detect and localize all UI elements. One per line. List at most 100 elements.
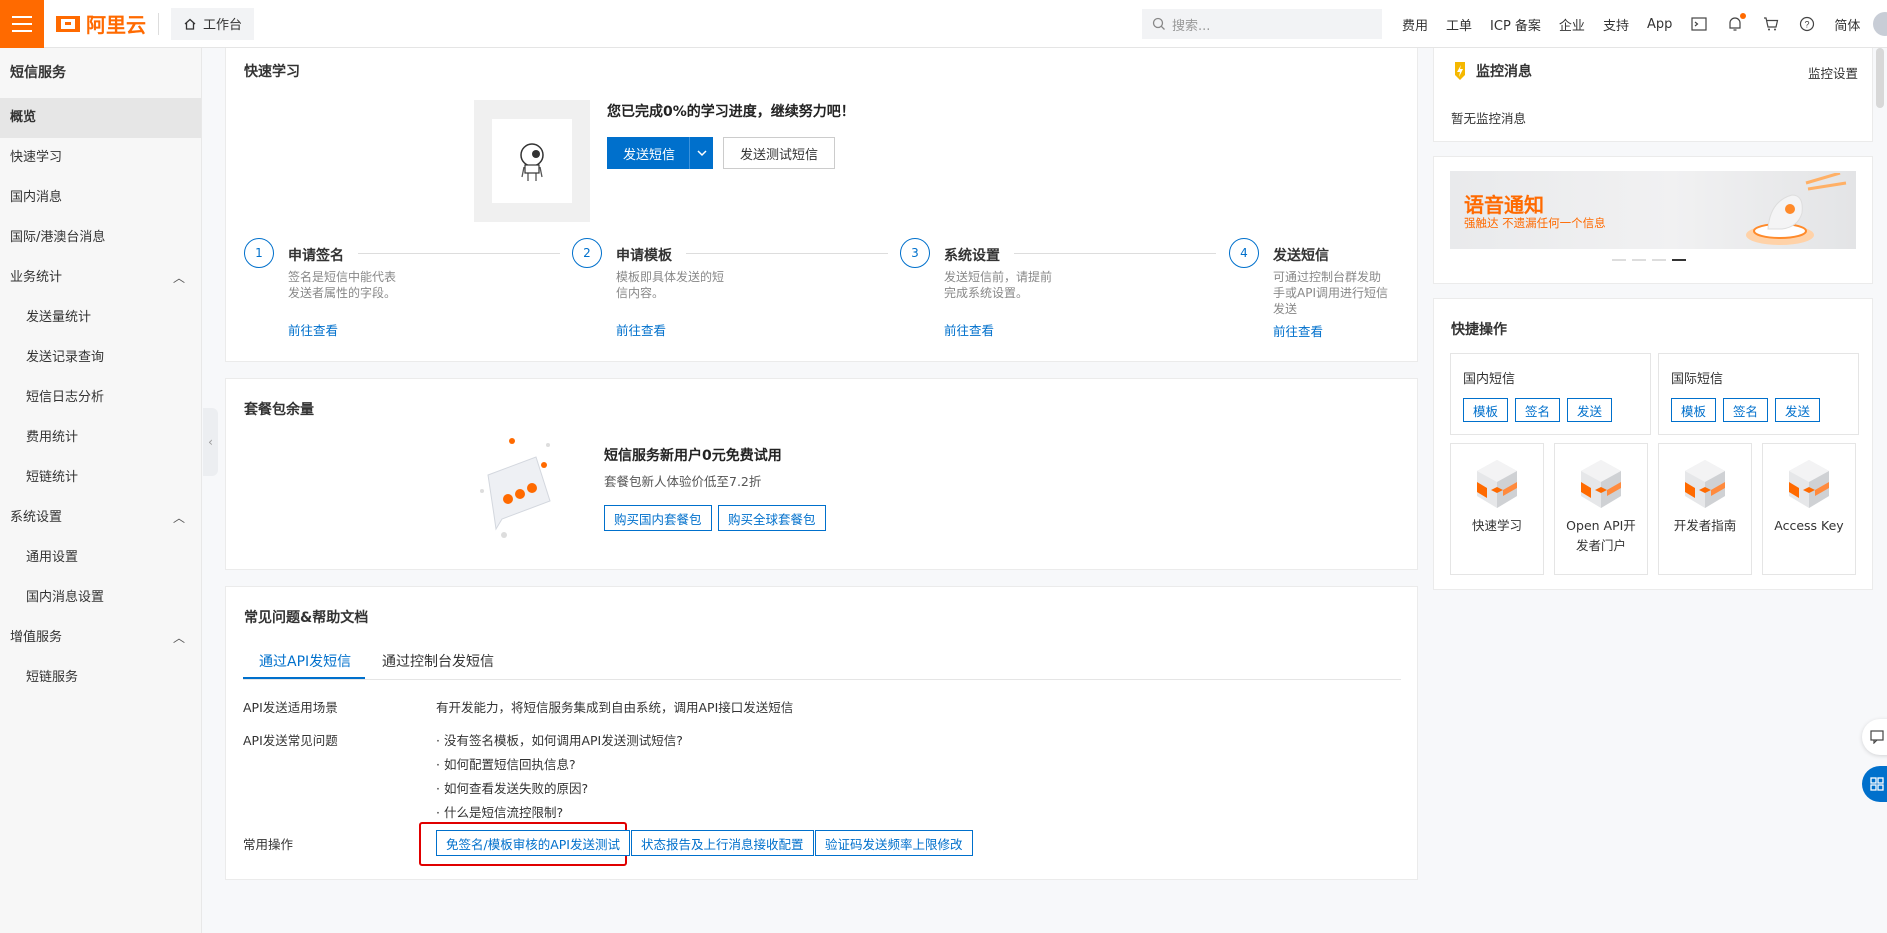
terminal-icon[interactable] [1690,15,1708,33]
question-item[interactable]: · 没有签名模板，如何调用API发送测试短信? [436,730,683,749]
domestic-sms-box: 国内短信 模板 签名 发送 [1450,353,1651,435]
link-icp[interactable]: ICP 备案 [1490,15,1541,34]
question-item[interactable]: · 如何配置短信回执信息? [436,754,576,773]
workbench-button[interactable]: 工作台 [171,7,255,40]
sidebar-item-domestic-settings[interactable]: 国内消息设置 [0,578,201,618]
speaker-illustration-icon [1746,173,1847,245]
tab-api-send[interactable]: 通过API发短信 [259,651,351,671]
link-billing[interactable]: 费用 [1402,15,1428,34]
menu-icon[interactable] [0,0,44,48]
tile-quick-learn[interactable]: 快速学习 [1450,443,1544,575]
voice-notify-banner[interactable]: 语音通知 强触达 不遗漏任何一个信息 [1450,171,1856,249]
search-input[interactable]: 搜索... [1142,9,1382,39]
tile-access-key[interactable]: Access Key [1762,443,1856,575]
link-support[interactable]: 支持 [1603,15,1629,34]
carousel-dot[interactable] [1652,259,1666,261]
send-test-sms-button[interactable]: 发送测试短信 [723,137,836,169]
step-4-title: 发送短信 [1273,248,1329,264]
cube-icon [1685,460,1725,508]
cube-icon [1477,460,1517,508]
language-switch[interactable]: 简体 [1834,15,1860,34]
sidebar-collapse-handle[interactable]: ‹ [203,408,218,476]
step-2-title: 申请模板 [616,248,672,264]
sidebar-item-log-analysis[interactable]: 短信日志分析 [0,378,201,418]
workbench-label: 工作台 [203,18,243,33]
domestic-send-button[interactable]: 发送 [1567,398,1613,422]
sidebar-item-general-settings[interactable]: 通用设置 [0,538,201,578]
sidebar-group-system-settings[interactable]: 系统设置 ︿ [0,498,201,538]
chevron-down-icon [689,137,713,169]
step-3-desc: 发送短信前，请提前完成系统设置。 [944,270,1053,300]
lightning-icon [1455,62,1465,80]
tab-console-send[interactable]: 通过控制台发短信 [382,651,494,671]
step-2-link[interactable]: 前往查看 [616,320,666,339]
tile-dev-guide[interactable]: 开发者指南 [1658,443,1752,575]
link-enterprise[interactable]: 企业 [1559,15,1585,34]
buy-domestic-package-button[interactable]: 购买国内套餐包 [604,505,712,531]
international-signature-button[interactable]: 签名 [1723,398,1769,422]
step-4-link[interactable]: 前往查看 [1273,321,1323,340]
scene-text: 有开发能力，将短信服务集成到自由系统，调用API接口发送短信 [436,700,794,715]
sidebar-item-quick-learn[interactable]: 快速学习 [0,138,201,178]
carousel-dot-active[interactable] [1672,259,1686,261]
scene-label: API发送适用场景 [243,700,338,715]
help-icon[interactable]: ? [1798,15,1816,33]
sidebar-item-shortlink-service[interactable]: 短链服务 [0,658,201,698]
feedback-float-button[interactable] [1862,719,1887,755]
domestic-template-button[interactable]: 模板 [1463,398,1509,422]
step-1-link[interactable]: 前往查看 [288,320,338,339]
step-2-desc: 模板即具体发送的短信内容。 [616,270,725,300]
package-headline: 短信服务新用户0元免费试用 [604,448,782,464]
step-1-title: 申请签名 [288,248,344,264]
notification-dot [1740,13,1747,19]
step-3-link[interactable]: 前往查看 [944,320,994,339]
sidebar-item-shortlink-stats[interactable]: 短链统计 [0,458,201,498]
verify-code-rate-limit-button[interactable]: 验证码发送频率上限修改 [815,830,973,856]
quick-ops-title: 快捷操作 [1451,322,1507,338]
sidebar-item-send-volume[interactable]: 发送量统计 [0,298,201,338]
carousel-dot[interactable] [1612,259,1626,261]
buy-global-package-button[interactable]: 购买全球套餐包 [718,505,826,531]
step-4-desc: 可通过控制台群发助手或API调用进行短信发送 [1273,270,1388,316]
domestic-signature-button[interactable]: 签名 [1515,398,1561,422]
package-card: 套餐包余量 短信服务新用户0元免费试用 套餐包新人体验价低至7.2折 购买国内套… [225,378,1418,570]
sidebar-item-domestic[interactable]: 国内消息 [0,178,201,218]
question-item[interactable]: · 如何查看发送失败的原因? [436,778,588,797]
step-connector [1014,253,1216,254]
link-app[interactable]: App [1647,17,1672,32]
cart-icon[interactable] [1762,15,1780,33]
carousel-dot[interactable] [1632,259,1646,261]
cube-icon [1581,460,1621,508]
package-title: 套餐包余量 [244,402,314,418]
monitor-settings-link[interactable]: 监控设置 [1808,63,1858,82]
chevron-left-icon: ‹ [208,435,213,449]
step-4-number: 4 [1229,238,1259,268]
question-item[interactable]: · 什么是短信流控限制? [436,802,563,821]
bell-icon[interactable] [1726,13,1747,33]
apps-float-button[interactable] [1862,766,1887,802]
international-send-button[interactable]: 发送 [1775,398,1821,422]
sidebar-group-business-stats[interactable]: 业务统计 ︿ [0,258,201,298]
chat-icon [1870,730,1884,744]
scrollbar[interactable] [1876,48,1884,108]
brand-logo[interactable]: 阿里云 [56,9,146,38]
link-ticket[interactable]: 工单 [1446,15,1472,34]
status-report-config-button[interactable]: 状态报告及上行消息接收配置 [631,830,814,856]
robot-icon [520,143,544,181]
sidebar-item-send-records[interactable]: 发送记录查询 [0,338,201,378]
sidebar-group-label: 系统设置 [10,510,63,525]
send-sms-dropdown-button[interactable]: 发送短信 [607,137,713,169]
api-send-test-button[interactable]: 免签名/模板审核的API发送测试 [436,830,630,856]
sidebar-group-value-added[interactable]: 增值服务 ︿ [0,618,201,658]
international-sms-box: 国际短信 模板 签名 发送 [1658,353,1859,435]
sidebar-item-international[interactable]: 国际/港澳台消息 [0,218,201,258]
question-text: 如何配置短信回执信息? [443,757,576,772]
sidebar-item-overview[interactable]: 概览 [0,98,201,138]
tile-label: Open API开发者门户 [1566,518,1636,553]
step-2-number: 2 [572,238,602,268]
brand-name: 阿里云 [86,13,146,37]
tile-open-api[interactable]: Open API开发者门户 [1554,443,1648,575]
sidebar-item-cost-stats[interactable]: 费用统计 [0,418,201,458]
message-bubbles-icon [480,438,551,538]
international-template-button[interactable]: 模板 [1671,398,1717,422]
